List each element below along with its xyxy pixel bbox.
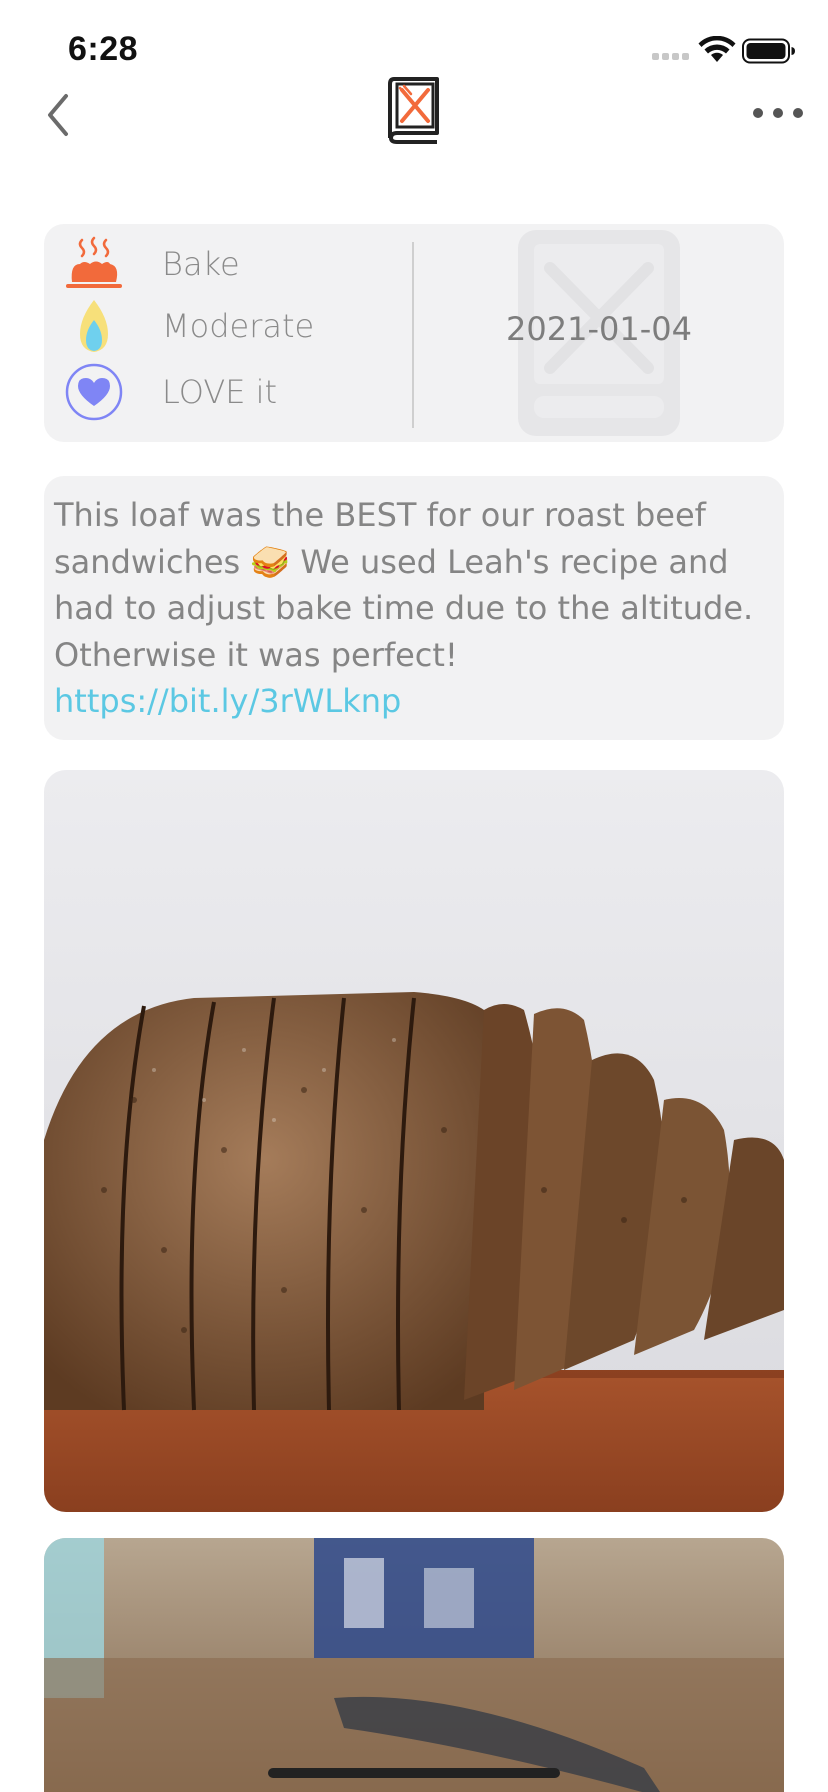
home-indicator [268, 1768, 560, 1778]
cookbook-logo-icon [388, 77, 439, 144]
notes-body: This loaf was the BEST for our roast bee… [54, 496, 754, 674]
status-time: 6:28 [68, 30, 139, 68]
summary-difficulty-row: Moderate [64, 296, 314, 356]
notes-card: This loaf was the BEST for our roast bee… [44, 476, 784, 740]
entry-date: 2021-01-04 [506, 310, 692, 348]
chevron-left-icon[interactable] [40, 90, 80, 140]
heart-icon [65, 363, 123, 421]
photo-bread-loaf[interactable] [44, 770, 784, 1512]
battery-icon [742, 38, 795, 64]
summary-rating-row: LOVE it [64, 362, 277, 422]
flame-icon [80, 300, 108, 352]
photo-kitchen[interactable] [44, 1538, 784, 1792]
recipe-entry-screen: 6:28 Bake Moderate LOVE it 2021-01-04 Th… [0, 0, 828, 1792]
notes-text: This loaf was the BEST for our roast bee… [54, 492, 774, 725]
difficulty-label: Moderate [162, 307, 315, 345]
more-icon[interactable] [752, 106, 804, 120]
cellular-signal-icon [652, 53, 689, 60]
summary-method-row: Bake [64, 234, 240, 294]
summary-card: Bake Moderate LOVE it 2021-01-04 [44, 224, 784, 442]
method-label: Bake [162, 245, 240, 283]
bake-icon [66, 236, 122, 288]
rating-label: LOVE it [162, 373, 278, 411]
wifi-icon [698, 36, 736, 62]
notes-link[interactable]: https://bit.ly/3rWLknp [54, 682, 401, 720]
